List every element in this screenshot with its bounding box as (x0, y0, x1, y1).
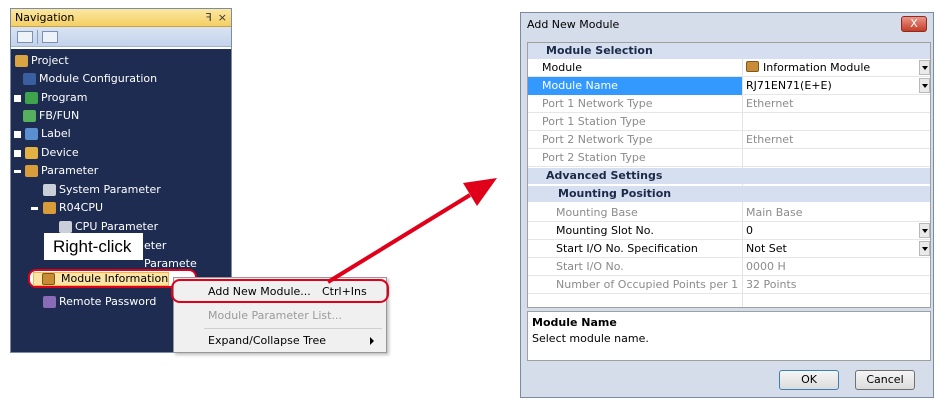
description-panel: Module Name Select module name. (527, 311, 931, 361)
row-name: Port 1 Station Type (542, 115, 646, 128)
row-name: Module Name (528, 77, 742, 95)
dropdown-icon[interactable] (919, 241, 930, 256)
row-value[interactable]: 0 (746, 222, 753, 240)
row-port1-network-type: Port 1 Network Type Ethernet (528, 95, 930, 113)
row-module-name[interactable]: Module Name RJ71EN71(E+E) (528, 77, 930, 95)
row-name: Port 1 Network Type (542, 97, 653, 110)
row-name: Start I/O No. (556, 260, 624, 273)
category-label: Mounting Position (558, 187, 672, 200)
description-title: Module Name (532, 316, 617, 329)
dialog-title: Add New Module (527, 17, 620, 31)
row-value: 32 Points (746, 278, 797, 291)
row-value[interactable]: RJ71EN71(E+E) (746, 77, 832, 95)
row-start-io-specification[interactable]: Start I/O No. Specification Not Set (528, 240, 930, 258)
row-port2-station-type: Port 2 Station Type (528, 149, 930, 167)
ok-button[interactable]: OK (779, 370, 839, 390)
row-name: Port 2 Station Type (542, 151, 646, 164)
row-value: Ethernet (746, 97, 794, 110)
add-new-module-dialog: Add New Module X Module Selection Module… (520, 12, 934, 398)
category-module-selection[interactable]: Module Selection (528, 43, 930, 59)
dropdown-icon[interactable] (919, 223, 930, 238)
category-advanced-settings[interactable]: Advanced Settings (528, 168, 930, 184)
category-mounting-position[interactable]: Mounting Position (528, 186, 930, 202)
row-module[interactable]: Module Information Module (528, 59, 930, 77)
row-value[interactable]: Not Set (746, 240, 787, 258)
arrow-shaft (326, 193, 472, 284)
row-mounting-base: Mounting Base Main Base (528, 204, 930, 222)
row-mounting-slot-no[interactable]: Mounting Slot No. 0 (528, 222, 930, 240)
category-label: Module Selection (546, 44, 653, 57)
arrow-head (463, 178, 497, 206)
row-name: Port 2 Network Type (542, 133, 653, 146)
row-port2-network-type: Port 2 Network Type Ethernet (528, 131, 930, 149)
close-button[interactable]: X (901, 16, 927, 32)
row-value: 0000 H (746, 260, 786, 273)
row-start-io-no: Start I/O No. 0000 H (528, 258, 930, 276)
row-value: Ethernet (746, 133, 794, 146)
row-occupied-points: Number of Occupied Points per 1 Sl 32 Po… (528, 276, 930, 294)
row-port1-station-type: Port 1 Station Type (528, 113, 930, 131)
information-module-icon (746, 61, 759, 72)
row-value[interactable]: Information Module (746, 59, 870, 77)
row-name: Start I/O No. Specification (556, 242, 698, 255)
row-value-text: Information Module (763, 61, 871, 74)
row-name: Mounting Base (556, 206, 638, 219)
description-text: Select module name. (532, 332, 649, 345)
row-name: Mounting Slot No. (556, 224, 654, 237)
cancel-button[interactable]: Cancel (855, 370, 915, 390)
row-name: Module (542, 61, 582, 74)
property-grid: Module Selection Module Information Modu… (527, 42, 931, 308)
dropdown-icon[interactable] (919, 78, 930, 93)
category-label: Advanced Settings (546, 169, 663, 182)
dropdown-icon[interactable] (919, 60, 930, 75)
dialog-title-bar: Add New Module X (521, 13, 933, 35)
row-name: Number of Occupied Points per 1 Sl (556, 278, 742, 291)
row-value: Main Base (746, 206, 803, 219)
